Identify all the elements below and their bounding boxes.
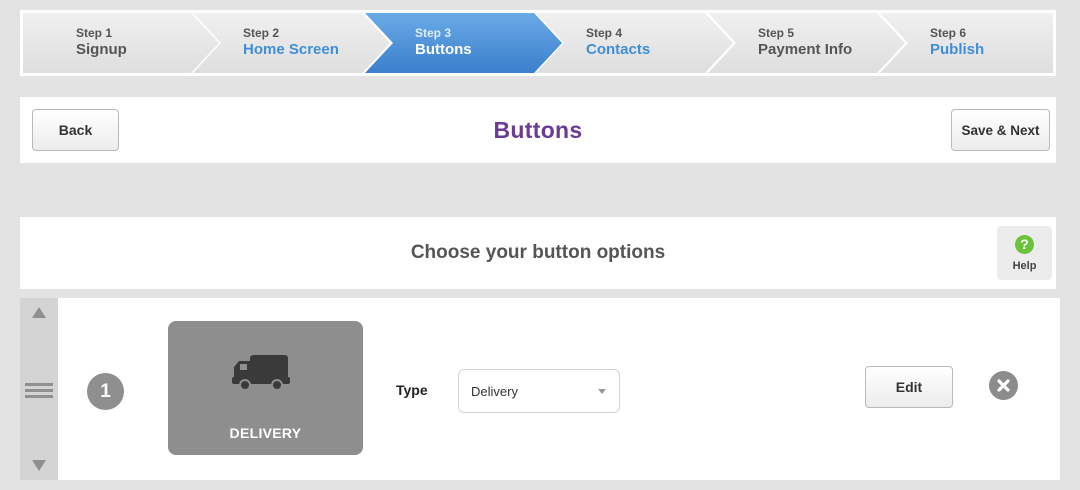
close-circle-icon[interactable]: [989, 371, 1018, 400]
help-label: Help: [1012, 260, 1037, 272]
button-preview-label: DELIVERY: [229, 425, 302, 441]
close-x-glyph: [997, 379, 1010, 392]
chevron-down-icon: [598, 389, 606, 394]
step-name: Buttons: [415, 41, 472, 58]
step-buttons[interactable]: Step 3 Buttons: [365, 13, 562, 73]
step-number: Step 5: [758, 26, 795, 40]
page-header: Back Buttons Save & Next: [20, 97, 1056, 163]
step-number: Step 2: [243, 26, 280, 40]
truck-icon: [232, 355, 290, 391]
step-number: Step 4: [586, 26, 623, 40]
step-name: Payment Info: [758, 41, 853, 58]
edit-button[interactable]: Edit: [865, 366, 953, 408]
step-number: Step 3: [415, 26, 452, 40]
question-icon: ?: [1015, 235, 1034, 254]
button-option-row: 1 DELIVERY Type Delivery Edit: [20, 298, 1060, 480]
step-name: Home Screen: [243, 41, 339, 58]
step-payment-info[interactable]: Step 5 Payment Info: [708, 13, 905, 73]
step-home-screen[interactable]: Step 2 Home Screen: [193, 13, 390, 73]
step-name: Publish: [930, 41, 985, 58]
help-button[interactable]: ? Help: [997, 226, 1052, 280]
save-and-next-button[interactable]: Save & Next: [951, 109, 1050, 151]
options-title: Choose your button options: [410, 242, 666, 263]
options-header: Choose your button options ? Help: [20, 217, 1056, 289]
reorder-rail: [20, 298, 58, 480]
drag-handle-icon[interactable]: [25, 383, 53, 399]
step-number: Step 6: [930, 26, 967, 40]
move-down-arrow-icon[interactable]: [32, 460, 46, 471]
step-contacts[interactable]: Step 4 Contacts: [536, 13, 733, 73]
button-preview-tile[interactable]: DELIVERY: [168, 321, 363, 455]
type-select[interactable]: Delivery: [458, 369, 620, 413]
page-title: Buttons: [493, 117, 583, 143]
type-select-value: Delivery: [471, 384, 518, 399]
step-number: Step 1: [76, 26, 113, 40]
step-name: Signup: [76, 41, 127, 58]
step-publish[interactable]: Step 6 Publish: [880, 13, 1053, 73]
steps-track: Step 1 Signup Step 2 Home Screen Step 3 …: [23, 13, 1053, 73]
type-label: Type: [396, 382, 428, 398]
step-name: Contacts: [586, 41, 651, 58]
move-up-arrow-icon[interactable]: [32, 307, 46, 318]
row-number-badge: 1: [87, 373, 124, 410]
wizard-steps-bar: Step 1 Signup Step 2 Home Screen Step 3 …: [20, 10, 1056, 76]
step-signup[interactable]: Step 1 Signup: [23, 13, 219, 73]
